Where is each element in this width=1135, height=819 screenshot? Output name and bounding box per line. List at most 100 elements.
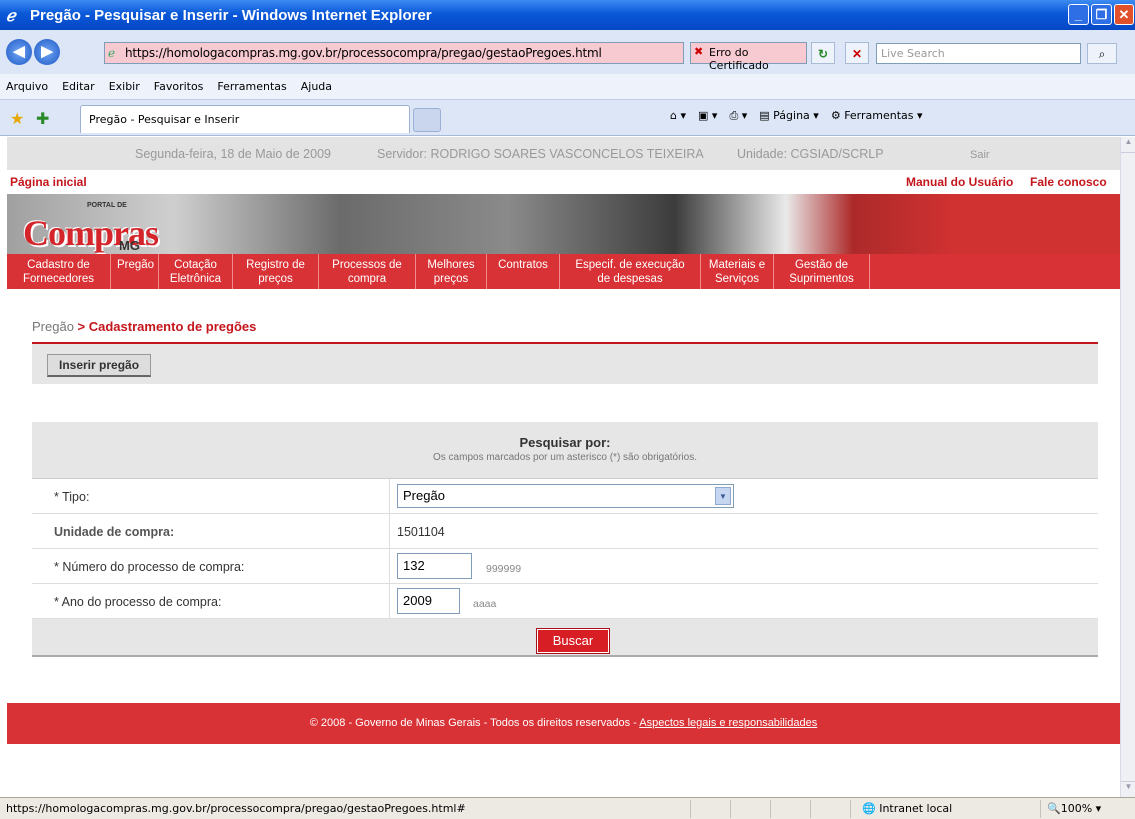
manual-link[interactable]: Manual do Usuário — [906, 175, 1013, 189]
tipo-label: * Tipo: — [54, 490, 90, 504]
site-banner: PORTAL DE Compras MG — [7, 194, 1120, 254]
menu-ajuda[interactable]: Ajuda — [301, 80, 332, 93]
close-button[interactable]: ✕ — [1114, 4, 1134, 25]
user-info-bar: Segunda-feira, 18 de Maio de 2009 Servid… — [7, 137, 1120, 170]
ano-hint: aaaa — [473, 598, 497, 610]
row-separator — [389, 584, 390, 619]
minimize-button[interactable]: _ — [1068, 4, 1089, 25]
numero-input[interactable]: 132 — [397, 553, 472, 579]
nav-registro-precos[interactable]: Registro de preços — [233, 254, 319, 289]
site-footer: © 2008 - Governo de Minas Gerais - Todos… — [7, 703, 1120, 744]
numero-hint: 999999 — [486, 563, 522, 575]
form-title: Pesquisar por: — [519, 435, 611, 450]
nav-materiais-servicos[interactable]: Materiais e Serviços — [701, 254, 774, 289]
chevron-down-icon[interactable]: ▼ — [715, 487, 731, 505]
menu-bar: Arquivo Editar Exibir Favoritos Ferramen… — [0, 74, 1135, 100]
insert-pregao-button[interactable]: Inserir pregão — [47, 354, 152, 377]
back-button[interactable]: ◀ — [6, 39, 32, 65]
page-content: Segunda-feira, 18 de Maio de 2009 Servid… — [7, 137, 1120, 797]
server-text: Servidor: RODRIGO SOARES VASCONCELOS TEI… — [377, 147, 704, 161]
window-title: Pregão - Pesquisar e Inserir - Windows I… — [30, 6, 432, 24]
page-icon: ℯ — [108, 46, 115, 60]
status-url: https://homologacompras.mg.gov.br/proces… — [6, 802, 466, 815]
ie-logo-icon: ℯ — [6, 8, 16, 25]
menu-favoritos[interactable]: Favoritos — [154, 80, 204, 93]
nav-melhores-precos[interactable]: Melhores preços — [416, 254, 487, 289]
status-divider — [850, 800, 851, 818]
contact-link[interactable]: Fale conosco — [1030, 175, 1107, 189]
nav-pregao[interactable]: Pregão — [111, 254, 159, 289]
zoom-control[interactable]: 🔍100% ▾ — [1047, 802, 1101, 815]
search-form: Pesquisar por: Os campos marcados por um… — [32, 422, 1098, 657]
status-divider — [1040, 800, 1041, 818]
add-favorite-icon[interactable]: ✚ — [36, 109, 49, 129]
breadcrumb-current: > Cadastramento de pregões — [77, 319, 257, 334]
ano-label: * Ano do processo de compra: — [54, 595, 222, 609]
action-bar: Inserir pregão — [32, 344, 1098, 384]
date-text: Segunda-feira, 18 de Maio de 2009 — [135, 147, 331, 161]
unidade-value: 1501104 — [397, 525, 445, 539]
url-field[interactable]: ℯ https://homologacompras.mg.gov.br/proce… — [104, 42, 684, 64]
menu-editar[interactable]: Editar — [62, 80, 95, 93]
maximize-button[interactable]: ❐ — [1091, 4, 1112, 25]
menu-exibir[interactable]: Exibir — [109, 80, 140, 93]
status-divider — [810, 800, 811, 818]
vertical-scrollbar[interactable]: ▲ ▼ — [1120, 137, 1135, 797]
scroll-down-icon[interactable]: ▼ — [1121, 781, 1135, 797]
menu-ferramentas[interactable]: Ferramentas — [217, 80, 286, 93]
row-ano: * Ano do processo de compra: 2009 aaaa — [32, 584, 1098, 619]
tab-pregao[interactable]: Pregão - Pesquisar e Inserir — [80, 105, 410, 133]
nav-cadastro-fornecedores[interactable]: Cadastro de Fornecedores — [7, 254, 111, 289]
home-link[interactable]: Página inicial — [10, 175, 87, 189]
top-links: Página inicial Manual do Usuário Fale co… — [7, 170, 1120, 194]
home-icon[interactable]: ⌂ ▾ — [670, 109, 686, 123]
certificate-error-button[interactable]: ✖ Erro do Certificado — [690, 42, 807, 72]
menu-arquivo[interactable]: Arquivo — [6, 80, 48, 93]
stop-button[interactable]: ✕ — [845, 42, 869, 64]
search-icon[interactable]: ⌕ — [1087, 43, 1117, 64]
breadcrumb-parent[interactable]: Pregão — [32, 319, 74, 334]
feeds-icon[interactable]: ▣ ▾ — [698, 109, 717, 123]
favorites-star-icon[interactable]: ★ — [10, 109, 24, 129]
nav-cotacao-eletronica[interactable]: Cotação Eletrônica — [159, 254, 233, 289]
scroll-up-icon[interactable]: ▲ — [1121, 137, 1135, 153]
forward-button[interactable]: ▶ — [34, 39, 60, 65]
tab-bar: ★ ✚ Pregão - Pesquisar e Inserir ⌂ ▾ ▣ ▾… — [0, 100, 1135, 136]
new-tab-button[interactable] — [413, 108, 441, 132]
status-divider — [690, 800, 691, 818]
tipo-select[interactable]: Pregão ▼ — [397, 484, 734, 508]
main-nav: Cadastro de Fornecedores Pregão Cotação El… — [7, 254, 1120, 289]
legal-link[interactable]: Aspectos legais e responsabilidades — [639, 717, 817, 729]
zone-indicator[interactable]: 🌐 Intranet local — [862, 802, 952, 815]
nav-especif-execucao[interactable]: Especif. de execução de despesas — [560, 254, 701, 289]
page-menu[interactable]: ▤ Página ▾ — [759, 109, 819, 123]
form-header: Pesquisar por: Os campos marcados por um… — [32, 422, 1098, 479]
nav-contratos[interactable]: Contratos — [487, 254, 560, 289]
row-unidade: Unidade de compra: 1501104 — [32, 514, 1098, 549]
status-divider — [730, 800, 731, 818]
row-numero: * Número do processo de compra: 132 9999… — [32, 549, 1098, 584]
address-bar: ◀ ▶ ℯ https://homologacompras.mg.gov.br/p… — [0, 30, 1135, 74]
buscar-button[interactable]: Buscar — [536, 628, 610, 654]
form-subtitle: Os campos marcados por um asterisco (*) … — [433, 452, 697, 463]
footer-text: © 2008 - Governo de Minas Gerais - Todos… — [309, 717, 640, 729]
command-bar: ⌂ ▾ ▣ ▾ ⎙ ▾ ▤ Página ▾ ⚙ Ferramentas ▾ — [670, 109, 923, 123]
form-footer: Buscar — [32, 619, 1098, 657]
unit-text: Unidade: CGSIAD/SCRLP — [737, 147, 884, 161]
status-bar: https://homologacompras.mg.gov.br/proces… — [0, 797, 1135, 819]
print-icon[interactable]: ⎙ ▾ — [729, 109, 747, 123]
search-input[interactable]: Live Search — [876, 43, 1081, 64]
refresh-button[interactable]: ↻ — [811, 42, 835, 64]
tools-menu[interactable]: ⚙ Ferramentas ▾ — [831, 109, 923, 123]
window-titlebar: ℯ Pregão - Pesquisar e Inserir - Windows… — [0, 0, 1135, 30]
nav-processos-compra[interactable]: Processos de compra — [319, 254, 416, 289]
logout-link[interactable]: Sair — [970, 149, 990, 161]
nav-gestao-suprimentos[interactable]: Gestão de Suprimentos — [774, 254, 870, 289]
breadcrumb: Pregão > Cadastramento de pregões — [32, 319, 256, 334]
portal-logo[interactable]: PORTAL DE Compras MG — [23, 202, 163, 254]
ano-input[interactable]: 2009 — [397, 588, 460, 614]
row-separator — [389, 549, 390, 584]
status-divider — [770, 800, 771, 818]
row-separator — [389, 514, 390, 549]
tab-label: Pregão - Pesquisar e Inserir — [89, 113, 240, 126]
